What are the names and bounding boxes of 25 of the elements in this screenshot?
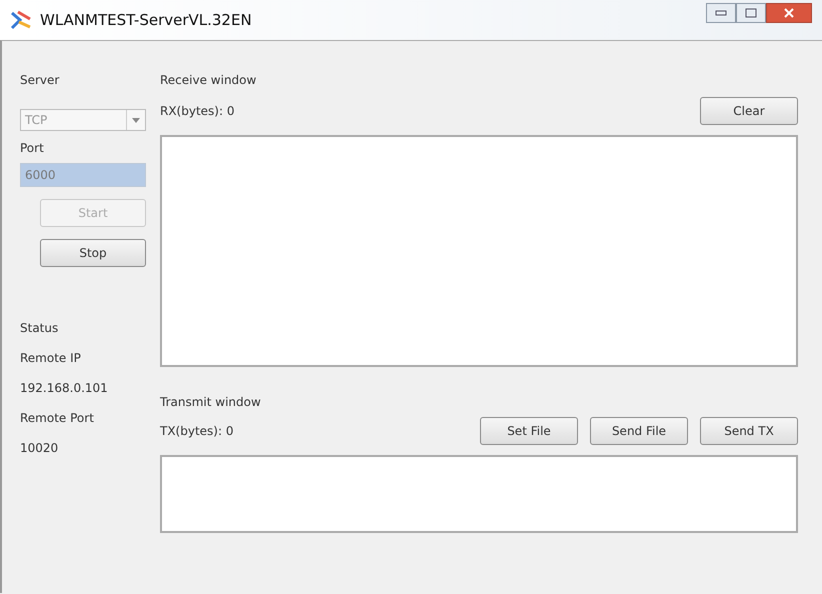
receive-window-label: Receive window xyxy=(160,73,258,87)
maximize-button[interactable] xyxy=(736,3,766,23)
minimize-icon xyxy=(715,10,727,16)
remote-ip-label: Remote IP xyxy=(20,351,82,365)
close-button[interactable] xyxy=(766,3,812,23)
stop-button[interactable]: Stop xyxy=(40,239,146,267)
server-label: Server xyxy=(20,73,60,87)
transmit-window-label: Transmit window xyxy=(160,395,262,409)
app-icon xyxy=(10,10,32,30)
remote-ip-value: 192.168.0.101 xyxy=(20,381,109,395)
rx-counter: RX(bytes): 0 xyxy=(160,104,234,118)
close-icon xyxy=(784,8,794,18)
send-button[interactable]: Send TX xyxy=(700,417,798,445)
tx-counter: TX(bytes): 0 xyxy=(160,424,234,438)
clear-button[interactable]: Clear xyxy=(700,97,798,125)
remote-port-label: Remote Port xyxy=(20,411,95,425)
window-title: WLANMTEST-ServerVL.32EN xyxy=(40,11,252,29)
minimize-button[interactable] xyxy=(706,3,736,23)
send-file-button[interactable]: Send File xyxy=(590,417,688,445)
caret-icon xyxy=(132,118,140,122)
maximize-icon xyxy=(745,8,757,18)
set-file-button[interactable]: Set File xyxy=(480,417,578,445)
port-label: Port xyxy=(20,141,45,155)
status-label: Status xyxy=(20,321,60,335)
remote-port-value: 10020 xyxy=(20,441,60,455)
